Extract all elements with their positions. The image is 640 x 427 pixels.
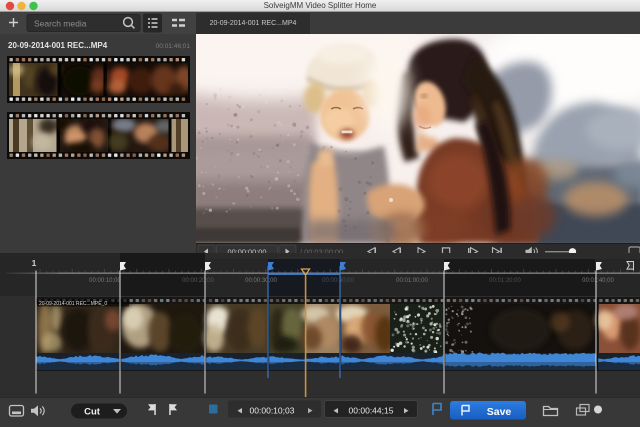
svg-text:Cut: Cut <box>84 407 101 418</box>
svg-text:Save: Save <box>487 406 512 418</box>
svg-text:00:00:44;15: 00:00:44;15 <box>349 406 394 416</box>
svg-text:00:00:10;03: 00:00:10;03 <box>250 406 295 416</box>
